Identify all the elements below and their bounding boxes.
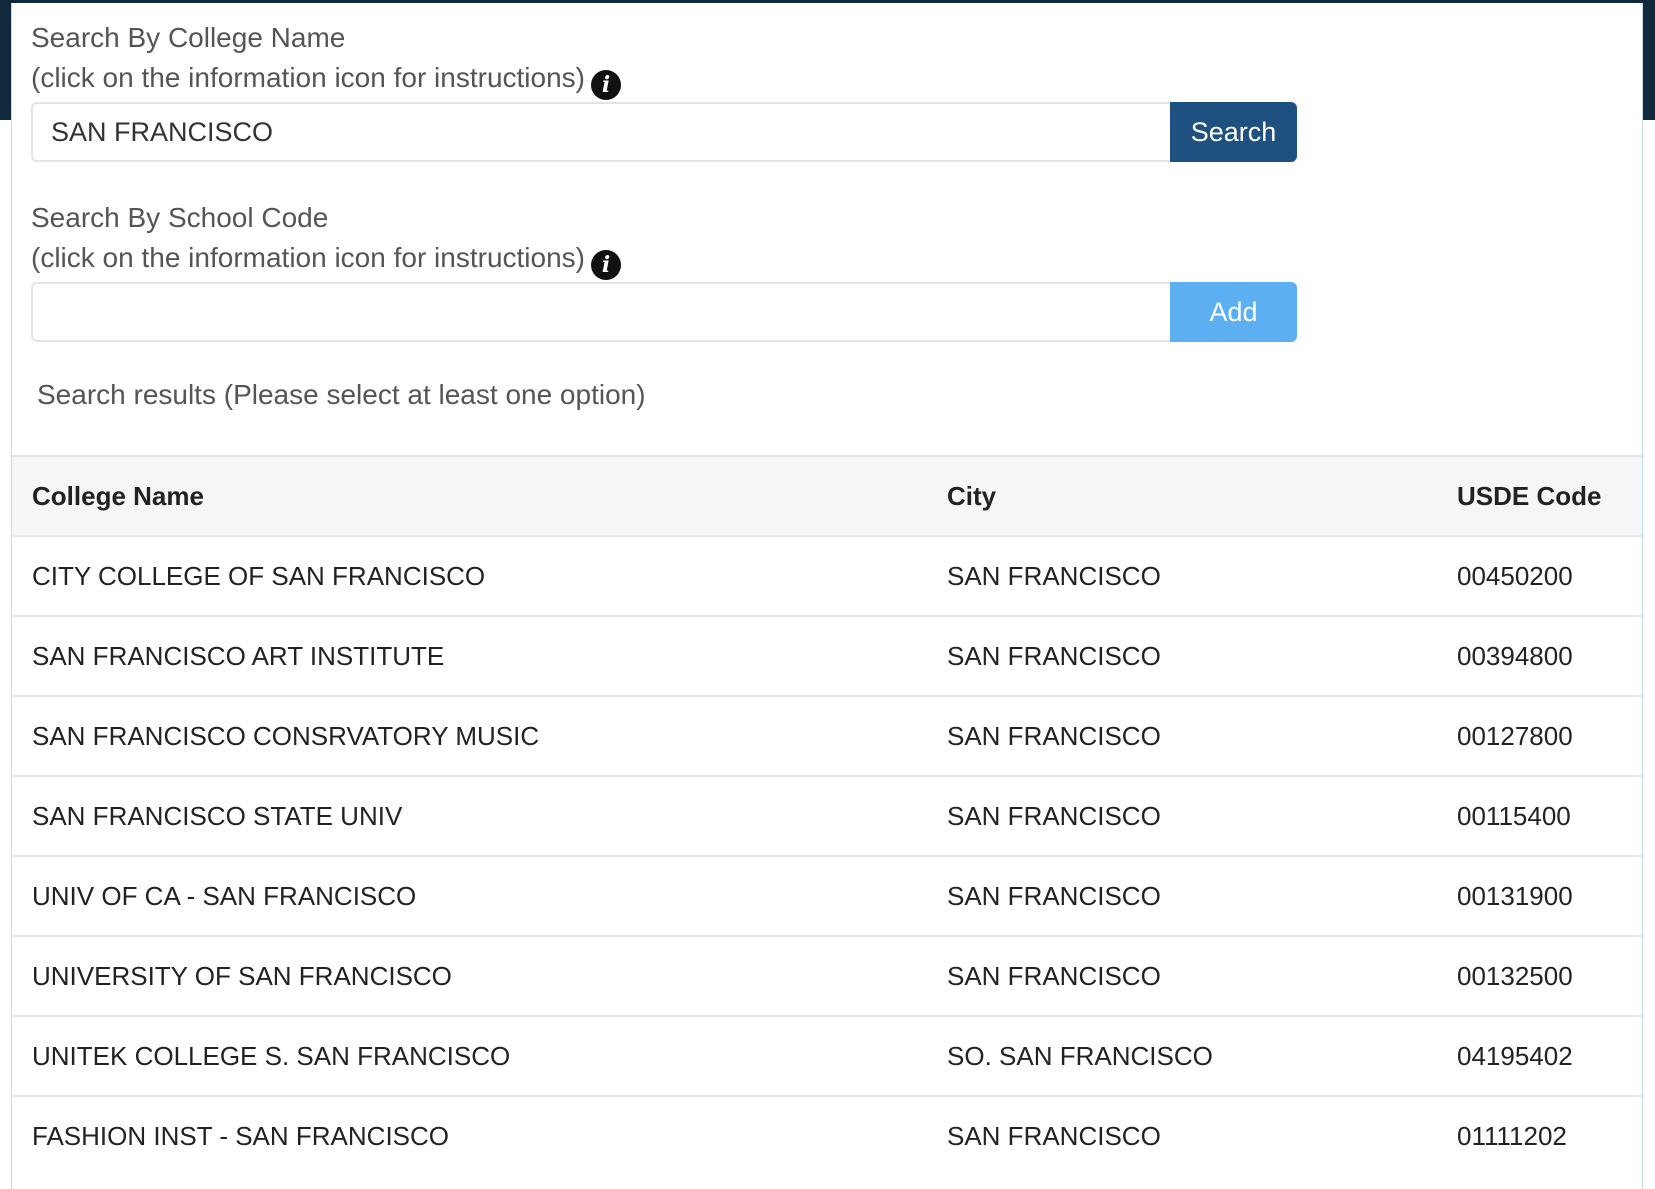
city-cell: SAN FRANCISCO xyxy=(927,535,1437,616)
college-name-instructions-text: (click on the information icon for instr… xyxy=(31,62,585,93)
city-cell: SAN FRANCISCO xyxy=(927,615,1437,696)
city-cell: SO. SAN FRANCISCO xyxy=(927,1015,1437,1096)
college-name-cell: UNIV OF CA - SAN FRANCISCO xyxy=(12,855,927,936)
info-circle-icon[interactable]: i xyxy=(591,250,621,280)
table-header-row: College Name City USDE Code xyxy=(12,455,1642,536)
usde-code-cell: 00131900 xyxy=(1437,855,1642,936)
college-name-search-input[interactable] xyxy=(31,102,1170,162)
college-name-cell: SAN FRANCISCO STATE UNIV xyxy=(12,775,927,856)
usde-code-cell: 00127800 xyxy=(1437,695,1642,776)
usde-code-cell: 00132500 xyxy=(1437,935,1642,1016)
college-name-cell: CITY COLLEGE OF SAN FRANCISCO xyxy=(12,535,927,616)
college-name-cell: SAN FRANCISCO CONSRVATORY MUSIC xyxy=(12,695,927,776)
search-results-table: College Name City USDE Code CITY COLLEGE… xyxy=(12,455,1642,1175)
college-name-cell: FASHION INST - SAN FRANCISCO xyxy=(12,1095,927,1175)
usde-code-cell: 00115400 xyxy=(1437,775,1642,856)
column-header-usde-code[interactable]: USDE Code xyxy=(1437,455,1642,536)
search-button[interactable]: Search xyxy=(1170,102,1297,162)
table-row[interactable]: UNIV OF CA - SAN FRANCISCO SAN FRANCISCO… xyxy=(12,855,1642,936)
school-code-instructions-line: (click on the information icon for instr… xyxy=(31,238,1301,280)
search-results-label: Search results (Please select at least o… xyxy=(37,379,646,410)
table-row[interactable]: FASHION INST - SAN FRANCISCO SAN FRANCIS… xyxy=(12,1095,1642,1175)
city-cell: SAN FRANCISCO xyxy=(927,695,1437,776)
school-code-search-label: Search By School Code xyxy=(31,202,329,233)
table-row[interactable]: SAN FRANCISCO STATE UNIV SAN FRANCISCO 0… xyxy=(12,775,1642,856)
city-cell: SAN FRANCISCO xyxy=(927,775,1437,856)
add-button[interactable]: Add xyxy=(1170,282,1297,342)
usde-code-cell: 00394800 xyxy=(1437,615,1642,696)
column-header-city[interactable]: City xyxy=(927,455,1437,536)
college-name-search-label: Search By College Name xyxy=(31,22,346,53)
college-name-cell: UNIVERSITY OF SAN FRANCISCO xyxy=(12,935,927,1016)
usde-code-cell: 00450200 xyxy=(1437,535,1642,616)
table-row[interactable]: CITY COLLEGE OF SAN FRANCISCO SAN FRANCI… xyxy=(12,535,1642,616)
college-name-input-group: Search xyxy=(31,102,1297,162)
school-code-input-group: Add xyxy=(31,282,1297,342)
college-name-cell: UNITEK COLLEGE S. SAN FRANCISCO xyxy=(12,1015,927,1096)
table-row[interactable]: UNIVERSITY OF SAN FRANCISCO SAN FRANCISC… xyxy=(12,935,1642,1016)
college-name-cell: SAN FRANCISCO ART INSTITUTE xyxy=(12,615,927,696)
city-cell: SAN FRANCISCO xyxy=(927,1095,1437,1175)
college-name-instructions-line: (click on the information icon for instr… xyxy=(31,58,1301,100)
school-code-search-section: Search By School Code (click on the info… xyxy=(31,198,1301,342)
usde-code-cell: 01111202 xyxy=(1437,1095,1642,1175)
usde-code-cell: 04195402 xyxy=(1437,1015,1642,1096)
college-search-panel: Search By College Name (click on the inf… xyxy=(11,3,1643,1189)
table-row[interactable]: SAN FRANCISCO ART INSTITUTE SAN FRANCISC… xyxy=(12,615,1642,696)
info-circle-icon[interactable]: i xyxy=(591,70,621,100)
college-name-search-section: Search By College Name (click on the inf… xyxy=(31,18,1301,162)
table-row[interactable]: UNITEK COLLEGE S. SAN FRANCISCO SO. SAN … xyxy=(12,1015,1642,1096)
city-cell: SAN FRANCISCO xyxy=(927,935,1437,1016)
table-row[interactable]: SAN FRANCISCO CONSRVATORY MUSIC SAN FRAN… xyxy=(12,695,1642,776)
column-header-college-name[interactable]: College Name xyxy=(12,455,927,536)
city-cell: SAN FRANCISCO xyxy=(927,855,1437,936)
school-code-instructions-text: (click on the information icon for instr… xyxy=(31,242,585,273)
school-code-input[interactable] xyxy=(31,282,1170,342)
